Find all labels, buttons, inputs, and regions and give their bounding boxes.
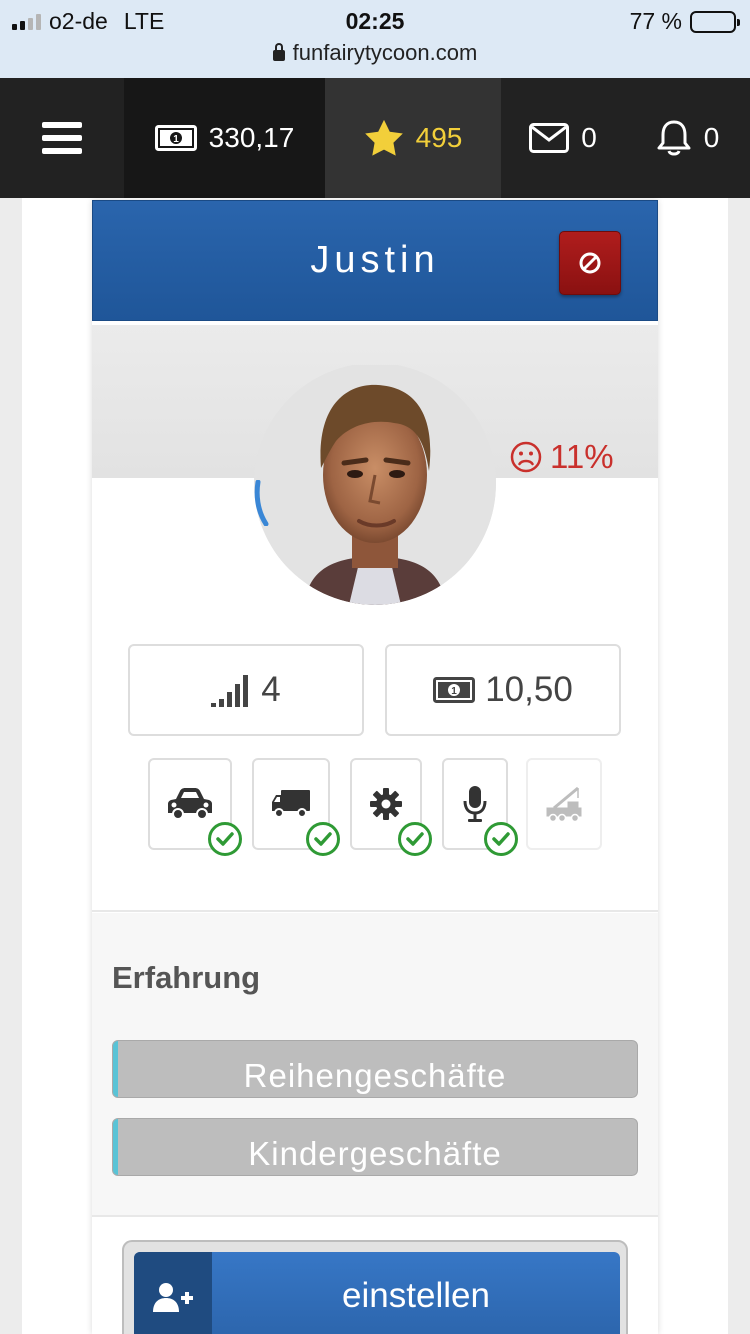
truck-icon <box>272 790 310 818</box>
battery-icon <box>690 10 740 33</box>
hire-button[interactable]: einstellen <box>134 1252 620 1334</box>
experience-bar-1: Reihengeschäfte <box>112 1040 638 1098</box>
notifications-button[interactable]: 0 <box>625 78 750 198</box>
url-text: funfairytycoon.com <box>292 40 478 65</box>
envelope-icon <box>529 123 570 153</box>
crane-truck-icon <box>546 786 582 823</box>
card-header: Justin <box>92 200 658 321</box>
lock-icon <box>272 43 285 61</box>
experience-title: Erfahrung <box>112 960 261 995</box>
check-icon <box>398 822 432 856</box>
hire-button-frame: einstellen <box>122 1240 628 1334</box>
banknote-icon: 1 <box>433 677 476 703</box>
hire-button-label: einstellen <box>342 1276 490 1315</box>
check-icon <box>306 822 340 856</box>
car-icon <box>168 788 212 820</box>
menu-icon <box>42 122 82 154</box>
skill-level-value: 4 <box>261 670 281 709</box>
license-truck <box>252 758 340 856</box>
money-display[interactable]: 1 330,17 <box>124 78 325 198</box>
stars-value: 495 <box>415 122 463 153</box>
frown-icon <box>510 441 542 473</box>
battery-percent: 77 % <box>629 8 682 34</box>
wage-value: 10,50 <box>485 670 573 709</box>
check-icon <box>484 822 518 856</box>
check-icon <box>208 822 242 856</box>
avatar <box>254 365 496 605</box>
skill-level-box: 4 <box>128 644 364 736</box>
svg-text:1: 1 <box>451 686 457 697</box>
banknote-icon: 1 <box>154 125 197 151</box>
signal-bars-icon <box>211 675 249 707</box>
experience-bar-label: Reihengeschäfte <box>243 1057 507 1094</box>
status-bar: o2-de LTE 02:25 77 % funfairytycoon.com <box>0 0 750 78</box>
messages-button[interactable]: 0 <box>501 78 625 198</box>
money-value: 330,17 <box>208 122 295 153</box>
mood-progress-arc <box>254 480 269 526</box>
avatar-frame <box>254 365 496 605</box>
fire-employee-button[interactable] <box>559 231 621 295</box>
star-icon <box>364 119 403 156</box>
notifications-count: 0 <box>703 122 720 153</box>
license-car <box>148 758 242 856</box>
experience-bar-2: Kindergeschäfte <box>112 1118 638 1176</box>
microphone-icon <box>463 786 487 822</box>
menu-button[interactable] <box>0 78 124 198</box>
license-crane <box>526 758 602 850</box>
license-announcer <box>442 758 518 856</box>
employee-card: Justin 11% 4 1 10,50 Erfahrung Reihenges… <box>92 200 658 1334</box>
top-navigation: 1 330,17 495 0 0 <box>0 78 750 198</box>
mood-value: 11% <box>550 438 614 475</box>
svg-text:1: 1 <box>173 134 179 145</box>
url-bar[interactable]: funfairytycoon.com <box>0 40 750 66</box>
messages-count: 0 <box>581 122 597 153</box>
wage-box: 1 10,50 <box>385 644 621 736</box>
gear-icon <box>370 788 402 820</box>
section-divider <box>92 910 658 912</box>
license-mechanic <box>350 758 432 856</box>
ban-icon <box>579 252 601 274</box>
employee-name: Justin <box>310 239 440 281</box>
section-divider <box>92 1215 658 1217</box>
mood-indicator: 11% <box>510 438 614 476</box>
user-plus-icon <box>134 1252 212 1334</box>
experience-bar-label: Kindergeschäfte <box>248 1135 502 1172</box>
bell-icon <box>657 120 691 156</box>
status-right: 77 % <box>629 8 740 35</box>
stars-display[interactable]: 495 <box>325 78 501 198</box>
